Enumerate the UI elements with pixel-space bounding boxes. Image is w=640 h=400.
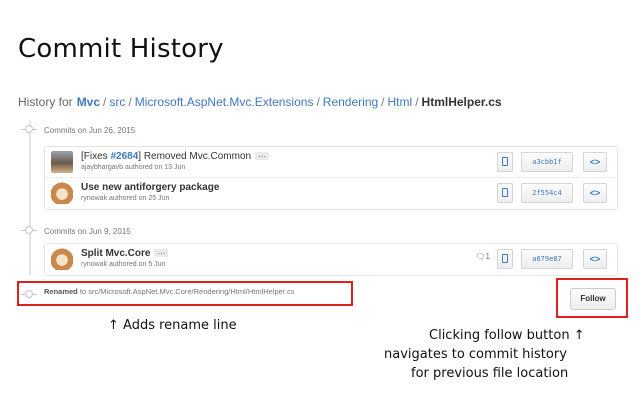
expand-ellipsis-button[interactable]: …: [255, 151, 270, 161]
copy-sha-button[interactable]: [497, 183, 513, 203]
breadcrumb-separator: /: [415, 95, 419, 109]
commit-list: [Fixes #2684] Removed Mvc.Common… ajaybh…: [44, 146, 618, 210]
commit-message[interactable]: Use new antiforgery package: [81, 182, 219, 193]
breadcrumb-link-extensions[interactable]: Microsoft.AspNet.Mvc.Extensions: [135, 95, 314, 109]
breadcrumb-separator: /: [128, 95, 132, 109]
page-title: Commit History: [18, 34, 224, 64]
commit-message[interactable]: [Fixes #2684] Removed Mvc.Common…: [81, 151, 270, 162]
commit-message[interactable]: Split Mvc.Core …: [81, 248, 169, 259]
commit-row: Split Mvc.Core … rynowak authored on 5 Ju…: [45, 244, 617, 275]
commit-message-link[interactable]: Use new antiforgery package: [81, 182, 219, 193]
breadcrumb-file: HtmlHelper.cs: [421, 95, 502, 109]
commit-sha-button[interactable]: a679e87: [521, 249, 573, 269]
commit-row: Use new antiforgery package rynowak auth…: [45, 178, 617, 209]
expand-ellipsis-button[interactable]: …: [154, 248, 169, 258]
commit-sha-button[interactable]: a3cbb1f: [521, 152, 573, 172]
avatar[interactable]: [51, 151, 73, 173]
issue-link[interactable]: #2684: [110, 151, 138, 162]
commit-meta: rynowak authored on 25 Jun: [81, 195, 170, 202]
browse-code-button[interactable]: <>: [583, 152, 607, 172]
commit-list: Split Mvc.Core … rynowak authored on 5 Ju…: [44, 243, 618, 276]
clipboard-icon: [502, 157, 508, 166]
commit-message-link[interactable]: Split Mvc.Core: [81, 248, 150, 259]
comment-count[interactable]: 🗨1: [475, 252, 490, 261]
commit-sha-button[interactable]: 2f554c4: [521, 183, 573, 203]
commit-message-prefix: [Fixes: [81, 151, 111, 162]
copy-sha-button[interactable]: [497, 249, 513, 269]
breadcrumb-repo-link[interactable]: Mvc: [77, 95, 100, 109]
follow-highlight-box: [556, 278, 628, 318]
comment-count-value: 1: [485, 252, 490, 261]
breadcrumb-link-src[interactable]: src: [109, 95, 125, 109]
commit-meta: ajaybhargavb authored on 13 Jun: [81, 164, 186, 171]
copy-sha-button[interactable]: [497, 152, 513, 172]
commit-dot-icon: [21, 125, 37, 133]
avatar[interactable]: [51, 182, 73, 204]
breadcrumb-link-rendering[interactable]: Rendering: [323, 95, 378, 109]
commit-group-title: Commits on Jun 9, 2015: [44, 227, 131, 236]
breadcrumb-separator: /: [381, 95, 385, 109]
clipboard-icon: [502, 254, 508, 263]
clipboard-icon: [502, 188, 508, 197]
breadcrumb-link-html[interactable]: Html: [388, 95, 413, 109]
follow-annotation-line2: navigates to commit history: [384, 347, 567, 362]
browse-code-button[interactable]: <>: [583, 249, 607, 269]
breadcrumb: History for Mvc / src / Microsoft.AspNet.Mvc.…: [18, 95, 502, 109]
timeline-line: [29, 120, 31, 275]
breadcrumb-prefix: History for: [18, 95, 73, 109]
avatar[interactable]: [51, 248, 73, 270]
commit-row: [Fixes #2684] Removed Mvc.Common… ajaybh…: [45, 147, 617, 178]
commit-group-title: Commits on Jun 26, 2015: [44, 126, 136, 135]
commit-message-text: ] Removed Mvc.Common: [138, 151, 252, 162]
breadcrumb-separator: /: [103, 95, 107, 109]
commit-dot-icon: [21, 226, 37, 234]
breadcrumb-separator: /: [316, 95, 320, 109]
rename-annotation: ↑ Adds rename line: [108, 318, 237, 333]
follow-annotation-line1: Clicking follow button ↑: [429, 328, 585, 343]
browse-code-button[interactable]: <>: [583, 183, 607, 203]
follow-annotation-line3: for previous file location: [411, 366, 569, 381]
comment-icon: 🗨: [475, 252, 486, 261]
rename-highlight-box: [17, 281, 353, 306]
commit-meta: rynowak authored on 5 Jun: [81, 261, 166, 268]
